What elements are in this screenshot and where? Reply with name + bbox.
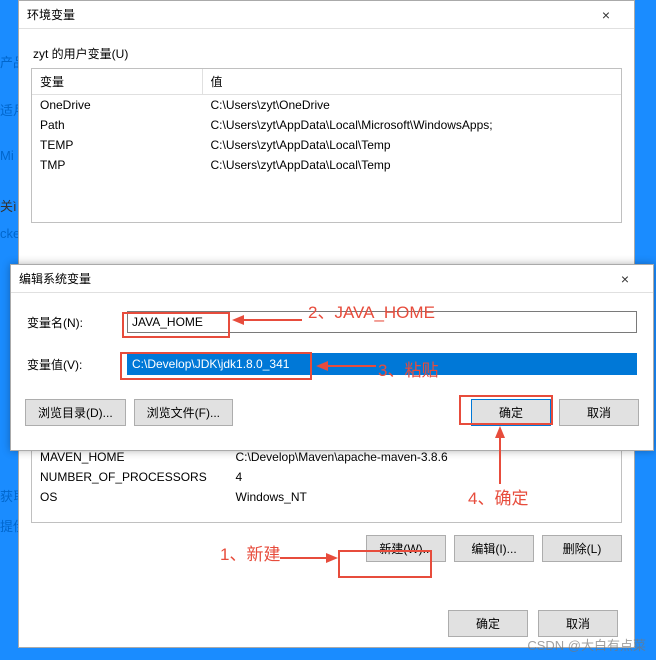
close-icon[interactable]: × bbox=[605, 271, 645, 287]
col-header-var[interactable]: 变量 bbox=[32, 69, 202, 95]
user-vars-label: zyt 的用户变量(U) bbox=[33, 45, 622, 62]
annotation-text-2: 2、JAVA_HOME bbox=[308, 298, 435, 323]
annotation-text-3: 3、粘贴 bbox=[378, 356, 438, 381]
watermark: CSDN @大白有点菜 bbox=[527, 635, 646, 654]
arrow-icon bbox=[232, 310, 302, 330]
table-row[interactable]: PathC:\Users\zyt\AppData\Local\Microsoft… bbox=[32, 115, 621, 135]
arrow-icon bbox=[490, 426, 520, 484]
table-row[interactable]: OneDriveC:\Users\zyt\OneDrive bbox=[32, 95, 621, 116]
env-vars-title: 环境变量 bbox=[27, 6, 586, 23]
table-row[interactable]: OSWindows_NT bbox=[32, 487, 621, 507]
ok-button[interactable]: 确定 bbox=[448, 610, 528, 637]
close-icon[interactable]: × bbox=[586, 7, 626, 23]
annotation-text-4: 4、确定 bbox=[468, 484, 528, 509]
new-button[interactable]: 新建(W)... bbox=[366, 535, 446, 562]
edit-button[interactable]: 编辑(I)... bbox=[454, 535, 534, 562]
user-vars-table[interactable]: 变量 值 OneDriveC:\Users\zyt\OneDrive PathC… bbox=[31, 68, 622, 223]
table-row[interactable]: NUMBER_OF_PROCESSORS4 bbox=[32, 467, 621, 487]
browse-file-button[interactable]: 浏览文件(F)... bbox=[134, 399, 233, 426]
env-vars-titlebar[interactable]: 环境变量 × bbox=[19, 1, 634, 29]
edit-sysvar-titlebar[interactable]: 编辑系统变量 × bbox=[11, 265, 653, 293]
ok-button[interactable]: 确定 bbox=[471, 399, 551, 426]
cancel-button[interactable]: 取消 bbox=[559, 399, 639, 426]
arrow-icon bbox=[316, 356, 376, 376]
arrow-icon bbox=[280, 548, 338, 568]
delete-button[interactable]: 删除(L) bbox=[542, 535, 622, 562]
var-value-label: 变量值(V): bbox=[27, 356, 127, 373]
table-row[interactable]: TEMPC:\Users\zyt\AppData\Local\Temp bbox=[32, 135, 621, 155]
browse-dir-button[interactable]: 浏览目录(D)... bbox=[25, 399, 126, 426]
cancel-button[interactable]: 取消 bbox=[538, 610, 618, 637]
col-header-val[interactable]: 值 bbox=[202, 69, 621, 95]
annotation-text-1: 1、新建 bbox=[220, 540, 280, 565]
edit-sysvar-title: 编辑系统变量 bbox=[19, 270, 605, 287]
table-row[interactable]: TMPC:\Users\zyt\AppData\Local\Temp bbox=[32, 155, 621, 175]
var-name-label: 变量名(N): bbox=[27, 314, 127, 331]
